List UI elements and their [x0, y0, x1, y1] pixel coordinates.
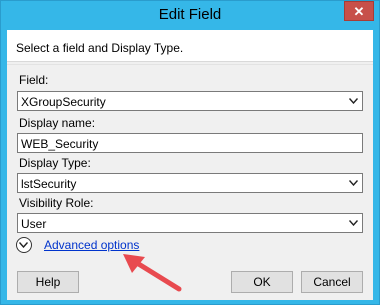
display-type-label: Display Type: — [19, 156, 91, 170]
display-type-select[interactable]: lstSecurity — [17, 173, 363, 193]
field-select-value: XGroupSecurity — [21, 95, 106, 109]
field-label: Field: — [19, 73, 49, 87]
instruction-panel: Select a field and Display Type. — [7, 30, 373, 62]
instruction-text: Select a field and Display Type. — [16, 41, 184, 55]
field-select[interactable]: XGroupSecurity — [17, 91, 363, 111]
visibility-role-value: User — [21, 217, 47, 231]
display-name-value: WEB_Security — [21, 137, 99, 151]
display-type-value: lstSecurity — [21, 177, 77, 191]
visibility-role-select[interactable]: User — [17, 213, 363, 233]
ok-button[interactable]: OK — [231, 271, 293, 293]
chevron-down-icon[interactable] — [346, 214, 362, 232]
window-title: Edit Field — [158, 6, 222, 23]
chevron-down-icon — [19, 242, 28, 248]
annotation-arrow-icon — [123, 254, 182, 292]
title-bar[interactable]: Edit Field ✕ — [1, 1, 379, 30]
cancel-button[interactable]: Cancel — [301, 271, 363, 293]
display-name-field[interactable]: WEB_Security — [17, 133, 363, 153]
divider — [7, 64, 373, 65]
edit-field-dialog: Edit Field ✕ Select a field and Display … — [0, 0, 380, 305]
expand-advanced-button[interactable] — [16, 237, 32, 253]
chevron-down-icon[interactable] — [346, 92, 362, 110]
help-button[interactable]: Help — [17, 271, 79, 293]
chevron-down-icon[interactable] — [346, 174, 362, 192]
dialog-body: Select a field and Display Type. Field: … — [7, 30, 373, 300]
visibility-role-label: Visibility Role: — [19, 196, 94, 210]
close-button[interactable]: ✕ — [344, 1, 374, 21]
display-name-label: Display name: — [19, 116, 96, 130]
